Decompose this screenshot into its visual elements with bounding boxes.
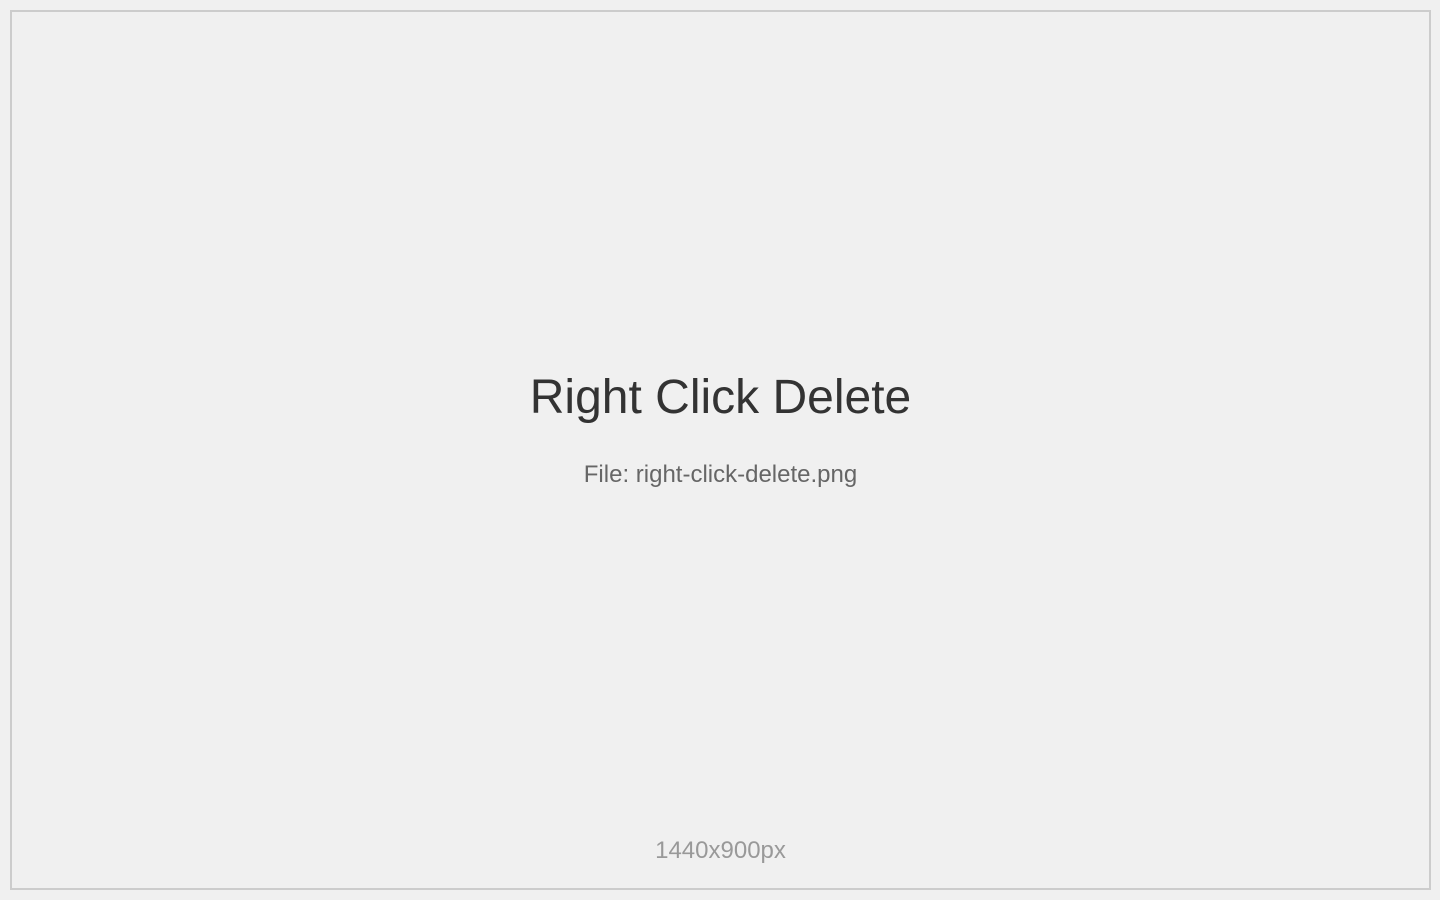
dimensions-label: 1440x900px xyxy=(655,837,786,864)
placeholder-frame: Right Click Delete File: right-click-del… xyxy=(10,10,1431,890)
file-name-label: File: right-click-delete.png xyxy=(583,461,858,488)
placeholder-title: Right Click Delete xyxy=(529,371,912,424)
